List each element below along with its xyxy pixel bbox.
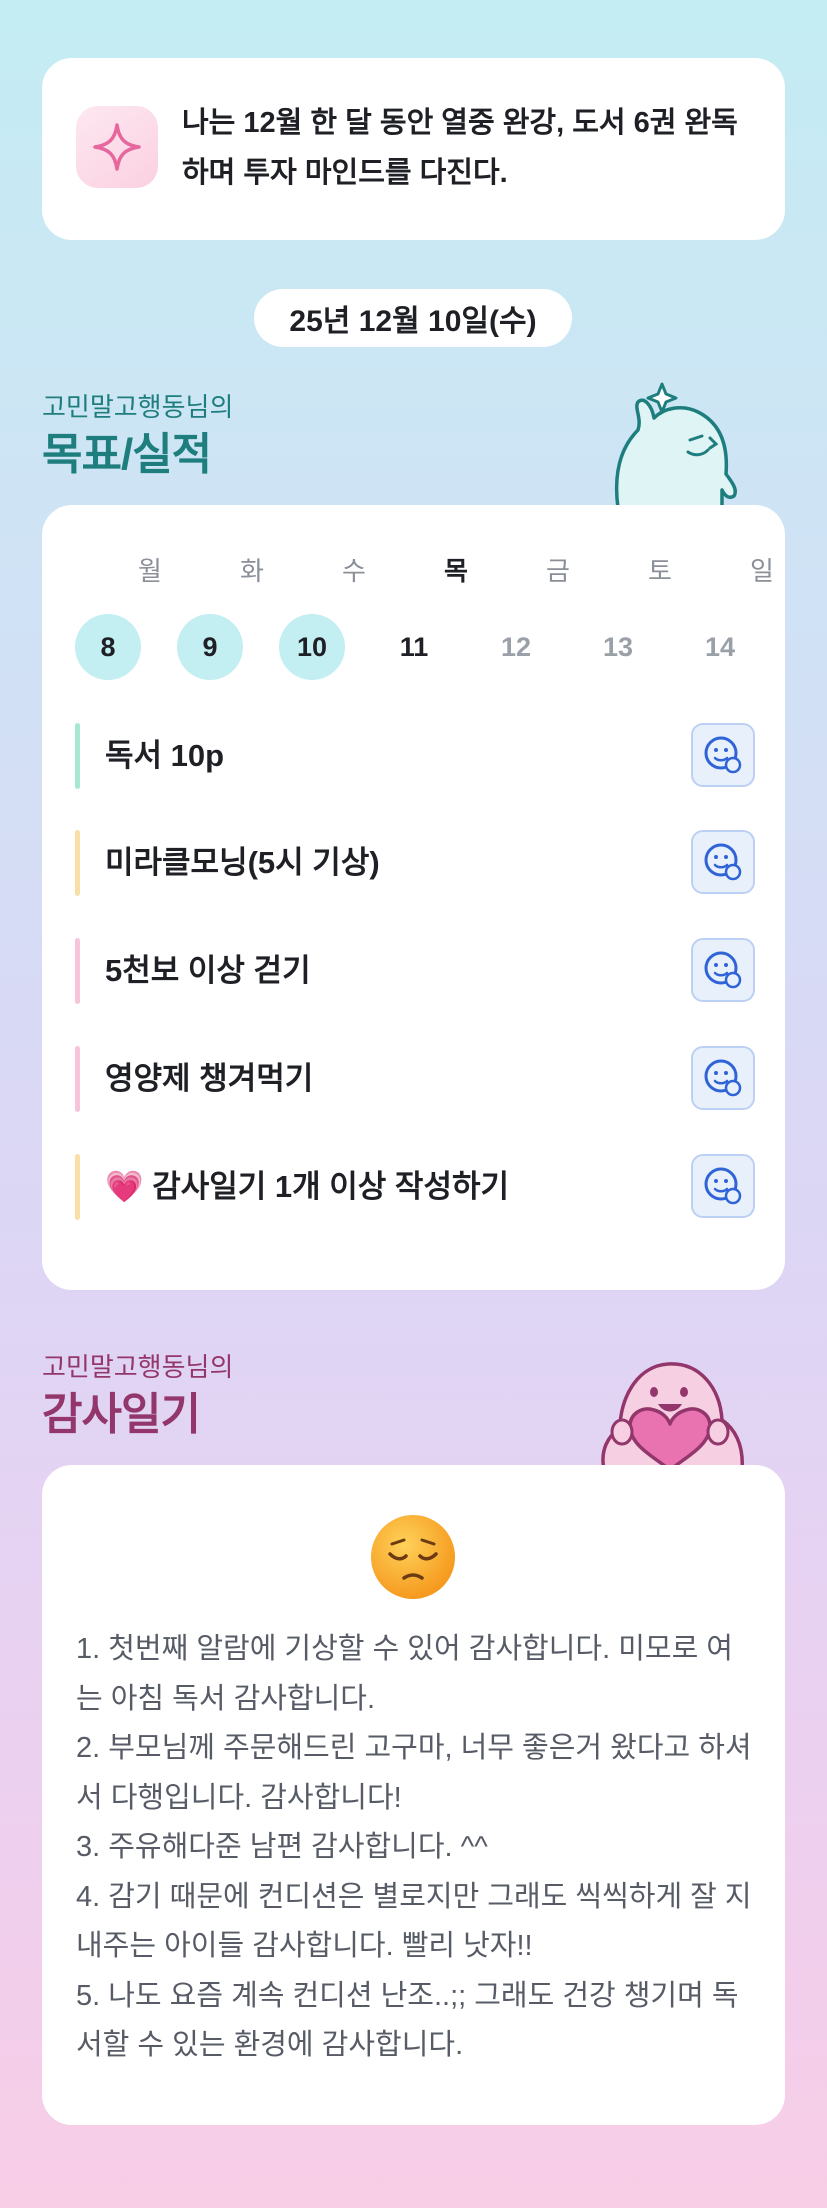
calendar-date[interactable]: 10 — [279, 614, 345, 680]
goals-card: 월 화 수 목 금 토 일 8 9 10 11 12 13 14 독서 10p … — [42, 505, 785, 1290]
current-date[interactable]: 25년 12월 10일(수) — [254, 289, 572, 347]
goal-color-bar — [75, 938, 80, 1004]
goal-item: 미라클모닝(5시 기상) — [75, 830, 755, 896]
goal-item: 5천보 이상 걷기 — [75, 938, 755, 1004]
goal-item: 영양제 챙겨먹기 — [75, 1046, 755, 1112]
calendar-date[interactable]: 11 — [381, 614, 447, 680]
goal-statement: 나는 12월 한 달 동안 열중 완강, 도서 6권 완독하며 투자 마인드를 … — [182, 107, 738, 189]
weekday-label: 목 — [444, 556, 468, 586]
goal-color-bar — [75, 1046, 80, 1112]
goal-label: 독서 10p — [105, 738, 225, 773]
mint-mascot-icon — [598, 378, 748, 513]
calendar-date[interactable]: 8 — [75, 614, 141, 680]
smile-face-add-icon[interactable] — [691, 723, 755, 787]
smile-face-add-icon[interactable] — [691, 830, 755, 894]
gratitude-entry: 4. 감기 때문에 컨디션은 별로지만 그래도 씩씩하게 잘 지내주는 아이들 … — [76, 1880, 752, 1963]
heart-mascot-icon — [596, 1340, 756, 1475]
smile-face-add-icon[interactable] — [691, 938, 755, 1002]
gratitude-entry: 1. 첫번째 알람에 기상할 수 있어 감사합니다. 미모로 여는 아침 독서 … — [76, 1633, 733, 1715]
goals-section-title: 목표/실적 — [42, 430, 212, 479]
calendar-date[interactable]: 13 — [585, 614, 651, 680]
goal-item: 독서 10p — [75, 723, 755, 789]
goal-label: 5천보 이상 걷기 — [105, 953, 311, 988]
calendar-date[interactable]: 12 — [483, 614, 549, 680]
weekday-label: 수 — [342, 556, 366, 586]
goal-banner: 나는 12월 한 달 동안 열중 완강, 도서 6권 완독하며 투자 마인드를 … — [42, 58, 785, 240]
weekday-label: 토 — [648, 556, 672, 586]
pensive-face-icon — [368, 1512, 458, 1602]
gratitude-entry: 2. 부모님께 주문해드린 고구마, 너무 좋은거 왔다고 하셔서 다행입니다.… — [76, 1732, 752, 1814]
weekday-label: 화 — [240, 556, 264, 586]
smile-face-add-icon[interactable] — [691, 1046, 755, 1110]
calendar-date[interactable]: 9 — [177, 614, 243, 680]
goal-label: 💗 감사일기 1개 이상 작성하기 — [105, 1169, 510, 1204]
gratitude-section-title: 감사일기 — [42, 1390, 201, 1439]
goal-color-bar — [75, 723, 80, 789]
calendar-date[interactable]: 14 — [687, 614, 753, 680]
gratitude-diary-text: 1. 첫번째 알람에 기상할 수 있어 감사합니다. 미모로 여는 아침 독서 … — [76, 1625, 756, 2071]
goal-item: 💗 감사일기 1개 이상 작성하기 — [75, 1154, 755, 1220]
gratitude-entry: 3. 주유해다준 남편 감사합니다. ^^ — [76, 1831, 488, 1863]
goal-color-bar — [75, 1154, 80, 1220]
weekday-label: 일 — [750, 556, 774, 586]
sparkle-icon — [76, 106, 158, 188]
gratitude-entry: 5. 나도 요즘 계속 컨디션 난조..;; 그래도 건강 챙기며 독서할 수 … — [76, 1979, 739, 2062]
goal-label: 영양제 챙겨먹기 — [105, 1061, 314, 1096]
gratitude-card: 1. 첫번째 알람에 기상할 수 있어 감사합니다. 미모로 여는 아침 독서 … — [42, 1465, 785, 2125]
goal-label: 미라클모닝(5시 기상) — [105, 845, 380, 880]
weekday-label: 월 — [138, 556, 162, 586]
goal-color-bar — [75, 830, 80, 896]
smile-face-add-icon[interactable] — [691, 1154, 755, 1218]
weekday-label: 금 — [546, 556, 570, 586]
